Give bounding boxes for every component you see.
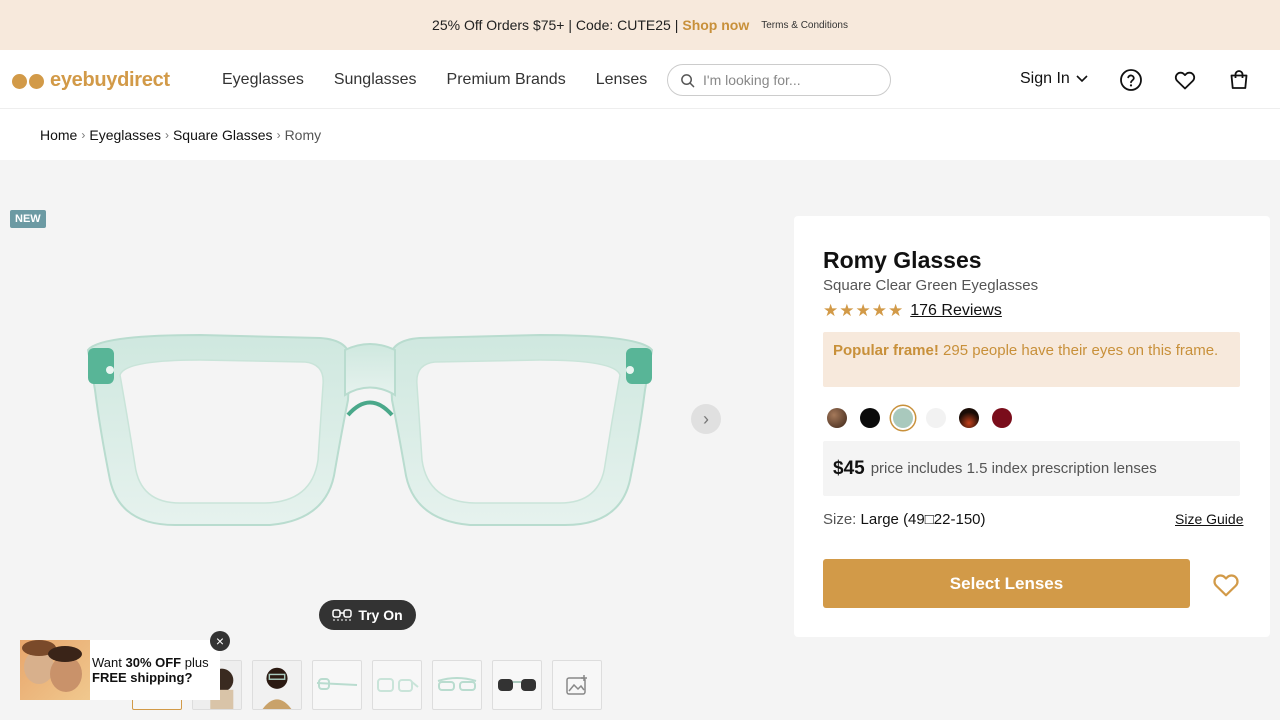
search-icon: [681, 73, 695, 87]
thumbnail-sun-clip[interactable]: [492, 660, 542, 710]
logo-mark-icon: [12, 72, 46, 90]
select-lenses-button[interactable]: Select Lenses: [823, 559, 1190, 608]
add-photo-icon: [566, 675, 587, 695]
glasses-top-icon: [437, 677, 477, 691]
glasses-side-icon: [316, 678, 358, 690]
breadcrumb-separator-icon: ›: [81, 127, 86, 142]
thumbnail-angle[interactable]: [372, 660, 422, 710]
popup-line1-suffix: plus: [181, 655, 209, 670]
popular-text: 295 people have their eyes on this frame…: [938, 342, 1219, 359]
try-on-button[interactable]: Try On: [319, 600, 416, 630]
popup-line1-bold: 30% OFF: [125, 655, 182, 670]
breadcrumb: Home › Eyeglasses › Square Glasses › Rom…: [0, 109, 1280, 160]
swatch-burgundy[interactable]: [992, 408, 1012, 428]
popup-line1-prefix: Want: [92, 655, 126, 670]
search-input[interactable]: [703, 72, 873, 88]
virtual-try-on-icon: [332, 609, 353, 621]
star-icon: ★: [823, 301, 839, 320]
size-value: Large (49□22-150): [860, 511, 986, 528]
rating: ★ ★ ★ ★ ★ 176 Reviews: [823, 301, 1002, 321]
product-subtitle: Square Clear Green Eyeglasses: [823, 277, 1039, 294]
breadcrumb-separator-icon: ›: [276, 127, 281, 142]
nav-lenses[interactable]: Lenses: [596, 71, 648, 89]
product-panel: Romy Glasses Square Clear Green Eyeglass…: [794, 216, 1270, 637]
sunglasses-icon: [498, 679, 536, 691]
logo-text: eyebuydirect: [50, 69, 170, 91]
help-icon[interactable]: [1119, 68, 1143, 92]
next-image-button[interactable]: ›: [691, 404, 721, 434]
sign-in-label: Sign In: [1020, 70, 1070, 87]
cart-icon[interactable]: [1227, 68, 1251, 92]
thumbnail-side[interactable]: [312, 660, 362, 710]
size-label: Size:: [823, 511, 857, 528]
star-icon: ★: [888, 301, 904, 320]
swatch-clear-green[interactable]: [893, 408, 913, 428]
nav-premium-brands[interactable]: Premium Brands: [447, 71, 566, 89]
popup-text: Want 30% OFF plus FREE shipping?: [90, 655, 209, 685]
swatch-tortoise[interactable]: [827, 408, 847, 428]
search-box: [667, 64, 891, 96]
shop-now-link[interactable]: Shop now: [682, 17, 749, 33]
main-nav: Eyeglasses Sunglasses Premium Brands Len…: [222, 71, 647, 89]
swatch-black-orange[interactable]: [959, 408, 979, 428]
star-icon: ★: [839, 301, 855, 320]
popup-line2: FREE shipping?: [92, 670, 193, 685]
popup-close-button[interactable]: ×: [210, 631, 230, 651]
thumbnail-model-2[interactable]: [252, 660, 302, 710]
swatch-black[interactable]: [860, 408, 880, 428]
price-box: $45 price includes 1.5 index prescriptio…: [823, 441, 1240, 496]
popup-image: [20, 640, 90, 700]
chevron-down-icon: [1076, 75, 1088, 83]
breadcrumb-current: Romy: [284, 126, 322, 143]
promo-text: 25% Off Orders $75+ | Code: CUTE25 |: [432, 17, 679, 33]
color-swatches: [827, 408, 1012, 428]
product-image: [86, 333, 654, 526]
size-info: Size: Large (49□22-150): [823, 511, 986, 528]
star-icon: ★: [855, 301, 871, 320]
breadcrumb-home[interactable]: Home: [40, 127, 77, 143]
heart-icon[interactable]: [1173, 68, 1197, 92]
promo-popup[interactable]: Want 30% OFF plus FREE shipping?: [20, 640, 220, 700]
promo-bar: 25% Off Orders $75+ | Code: CUTE25 | Sho…: [0, 0, 1280, 50]
thumbnail-top[interactable]: [432, 660, 482, 710]
model-photo-icon: [253, 661, 301, 709]
close-icon: ×: [215, 633, 225, 649]
price: $45: [833, 457, 865, 479]
site-header: eyebuydirect Eyeglasses Sunglasses Premi…: [0, 50, 1280, 109]
size-guide-link[interactable]: Size Guide: [1175, 511, 1243, 527]
thumbnail-add-photo[interactable]: [552, 660, 602, 710]
reviews-link[interactable]: 176 Reviews: [910, 302, 1002, 320]
product-title: Romy Glasses: [823, 247, 982, 273]
popular-bold: Popular frame!: [833, 342, 939, 359]
popular-frame-notice: Popular frame! 295 people have their eye…: [823, 332, 1240, 387]
nav-eyeglasses[interactable]: Eyeglasses: [222, 71, 304, 89]
nav-sunglasses[interactable]: Sunglasses: [334, 71, 417, 89]
swatch-clear[interactable]: [926, 408, 946, 428]
new-badge: NEW: [10, 210, 46, 228]
price-note: price includes 1.5 index prescription le…: [870, 460, 1157, 477]
terms-link[interactable]: Terms & Conditions: [761, 20, 848, 31]
breadcrumb-separator-icon: ›: [164, 127, 169, 142]
logo[interactable]: eyebuydirect: [12, 69, 170, 92]
breadcrumb-eyeglasses[interactable]: Eyeglasses: [89, 127, 161, 143]
favorite-heart-icon[interactable]: [1211, 570, 1241, 598]
chevron-right-icon: ›: [703, 408, 709, 429]
star-icon: ★: [871, 301, 887, 320]
breadcrumb-square-glasses[interactable]: Square Glasses: [173, 127, 273, 143]
try-on-label: Try On: [358, 607, 403, 623]
glasses-angle-icon: [377, 678, 419, 692]
sign-in-button[interactable]: Sign In: [1020, 70, 1088, 88]
